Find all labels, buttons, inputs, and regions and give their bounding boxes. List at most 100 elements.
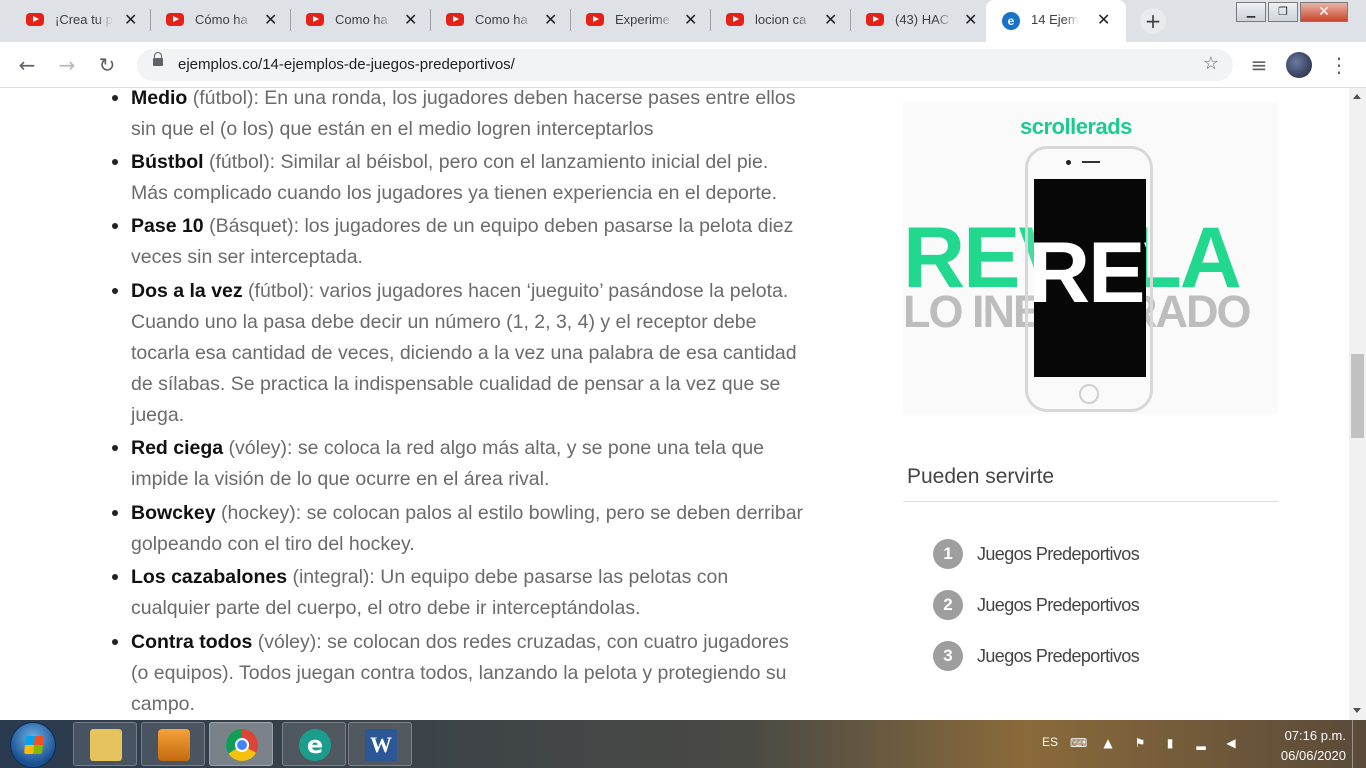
item-text: (vóley): se coloca la red algo más alta,… — [131, 437, 765, 490]
phone-camera — [1066, 160, 1071, 165]
reload-button[interactable]: ↻ — [93, 51, 121, 79]
scroll-thumb[interactable] — [1351, 354, 1364, 438]
list-item: Red ciega (vóley): se coloca la red algo… — [110, 433, 810, 495]
tab-2[interactable]: Cómo ha ✕ — [140, 0, 291, 42]
close-icon[interactable]: ✕ — [964, 10, 977, 30]
tab-title: Como ha — [475, 12, 528, 27]
tab-active[interactable]: e 14 Ejemp ✕ — [986, 0, 1126, 42]
close-icon[interactable]: ✕ — [1097, 10, 1110, 30]
tab-5[interactable]: Experime ✕ — [560, 0, 711, 42]
divider — [903, 501, 1278, 502]
vertical-scrollbar[interactable] — [1349, 88, 1366, 720]
show-desktop-button[interactable] — [1352, 720, 1366, 768]
bookmark-star-icon[interactable]: ☆ — [1203, 53, 1219, 74]
list-item: Contra todos (vóley): se colocan dos red… — [110, 627, 810, 720]
close-icon[interactable]: ✕ — [124, 10, 137, 30]
related-number: 3 — [933, 641, 963, 671]
item-text: (fútbol): En una ronda, los jugadores de… — [131, 88, 796, 140]
url-text[interactable]: ejemplos.co/14-ejemplos-de-juegos-predep… — [178, 56, 515, 73]
scroll-down-arrow-icon[interactable] — [1353, 708, 1361, 713]
youtube-icon — [166, 13, 184, 26]
keyboard-icon[interactable]: ⌨ — [1070, 736, 1087, 750]
close-icon[interactable]: ✕ — [264, 10, 277, 30]
media-control-icon[interactable]: ≡ — [1245, 51, 1273, 79]
lock-icon[interactable] — [153, 52, 163, 66]
item-name: Medio — [131, 88, 188, 109]
phone-speaker — [1082, 161, 1100, 163]
youtube-icon — [586, 13, 604, 26]
action-center-flag-icon[interactable]: ⚑ — [1133, 736, 1147, 750]
clock-date: 06/06/2020 — [1280, 748, 1346, 763]
network-signal-icon[interactable]: ▂ — [1194, 736, 1208, 750]
minimize-button[interactable]: ▁ — [1236, 2, 1266, 22]
close-icon[interactable]: ✕ — [684, 10, 697, 30]
scroll-up-arrow-icon[interactable] — [1353, 94, 1361, 99]
item-text: (Básquet): los jugadores de un equipo de… — [131, 215, 794, 268]
start-button[interactable] — [10, 722, 56, 768]
taskbar-chrome[interactable] — [209, 722, 273, 766]
tab-1[interactable]: ¡Crea tu p ✕ — [0, 0, 151, 42]
related-item[interactable]: 2 Juegos Predeportivos — [933, 590, 1140, 620]
ad-headline-on-screen: REVELA — [1034, 225, 1146, 321]
forward-button[interactable]: → — [53, 51, 81, 79]
close-icon[interactable]: ✕ — [404, 10, 417, 30]
tab-title: Cómo ha — [195, 12, 248, 27]
tab-title: Como ha — [335, 12, 388, 27]
tab-3[interactable]: Como ha ✕ — [280, 0, 431, 42]
phone-illustration: REVELA — [1025, 146, 1153, 412]
battery-icon[interactable]: ▮ — [1163, 736, 1177, 750]
word-icon: W — [365, 729, 397, 761]
list-item: Los cazabalones (integral): Un equipo de… — [110, 562, 810, 624]
item-name: Los cazabalones — [131, 566, 288, 588]
phone-home-button — [1079, 384, 1099, 404]
close-window-button[interactable]: ✕ — [1300, 2, 1348, 22]
language-indicator[interactable]: ES — [1042, 735, 1058, 749]
related-title: Pueden servirte — [907, 465, 1055, 488]
maximize-button[interactable]: ❐ — [1268, 2, 1298, 22]
web-page: Medio (fútbol): En una ronda, los jugado… — [0, 88, 1349, 720]
volume-icon[interactable]: ◀ — [1224, 736, 1238, 750]
related-number: 1 — [933, 539, 963, 569]
youtube-icon — [866, 13, 884, 26]
related-link[interactable]: Juegos Predeportivos — [977, 544, 1140, 565]
ad-brand-logo: scrollerads — [1020, 114, 1132, 139]
ejemplos-icon: e — [1002, 12, 1020, 30]
list-item: Medio (fútbol): En una ronda, los jugado… — [110, 88, 810, 145]
chrome-icon — [226, 729, 258, 761]
folder-icon — [90, 729, 122, 761]
tab-title: Experime — [615, 12, 670, 27]
youtube-icon — [446, 13, 464, 26]
clock-time: 07:16 p.m. — [1284, 728, 1346, 743]
youtube-icon — [26, 13, 44, 26]
tab-4[interactable]: Como ha ✕ — [420, 0, 571, 42]
system-clock[interactable]: 07:16 p.m. 06/06/2020 — [1254, 726, 1346, 766]
list-item: Bústbol (fútbol): Similar al béisbol, pe… — [110, 147, 810, 209]
back-button[interactable]: ← — [13, 51, 41, 79]
tab-6[interactable]: locion ca ✕ — [700, 0, 851, 42]
item-name: Pase 10 — [131, 215, 204, 237]
list-item: Pase 10 (Básquet): los jugadores de un e… — [110, 211, 810, 273]
close-icon[interactable]: ✕ — [824, 10, 837, 30]
profile-avatar[interactable] — [1286, 52, 1312, 78]
related-item[interactable]: 3 Juegos Predeportivos — [933, 641, 1140, 671]
related-link[interactable]: Juegos Predeportivos — [977, 646, 1140, 667]
related-link[interactable]: Juegos Predeportivos — [977, 595, 1140, 616]
tab-title: (43) HAC — [895, 12, 950, 27]
item-name: Contra todos — [131, 631, 253, 653]
address-bar[interactable]: ejemplos.co/14-ejemplos-de-juegos-predep… — [137, 49, 1233, 81]
new-tab-button[interactable]: + — [1140, 8, 1166, 34]
taskbar-explorer[interactable] — [73, 722, 137, 766]
menu-kebab-icon[interactable]: ⋮ — [1325, 51, 1353, 79]
close-icon[interactable]: ✕ — [544, 10, 557, 30]
tray-expand-icon[interactable]: ▲ — [1101, 736, 1115, 750]
advertisement-banner[interactable]: scrollerads REVELA LO INESPERADO REVELA — [903, 102, 1278, 414]
taskbar-edge[interactable]: e — [282, 722, 346, 766]
youtube-icon — [726, 13, 744, 26]
tab-7[interactable]: (43) HAC ✕ — [840, 0, 986, 42]
taskbar-word[interactable]: W — [348, 722, 412, 766]
tab-title: locion ca — [755, 12, 807, 27]
related-item[interactable]: 1 Juegos Predeportivos — [933, 539, 1140, 569]
item-text: (hockey): se colocan palos al estilo bow… — [131, 502, 804, 555]
taskbar-media-player[interactable] — [141, 722, 205, 766]
item-text: (fútbol): Similar al béisbol, pero con e… — [131, 151, 778, 204]
